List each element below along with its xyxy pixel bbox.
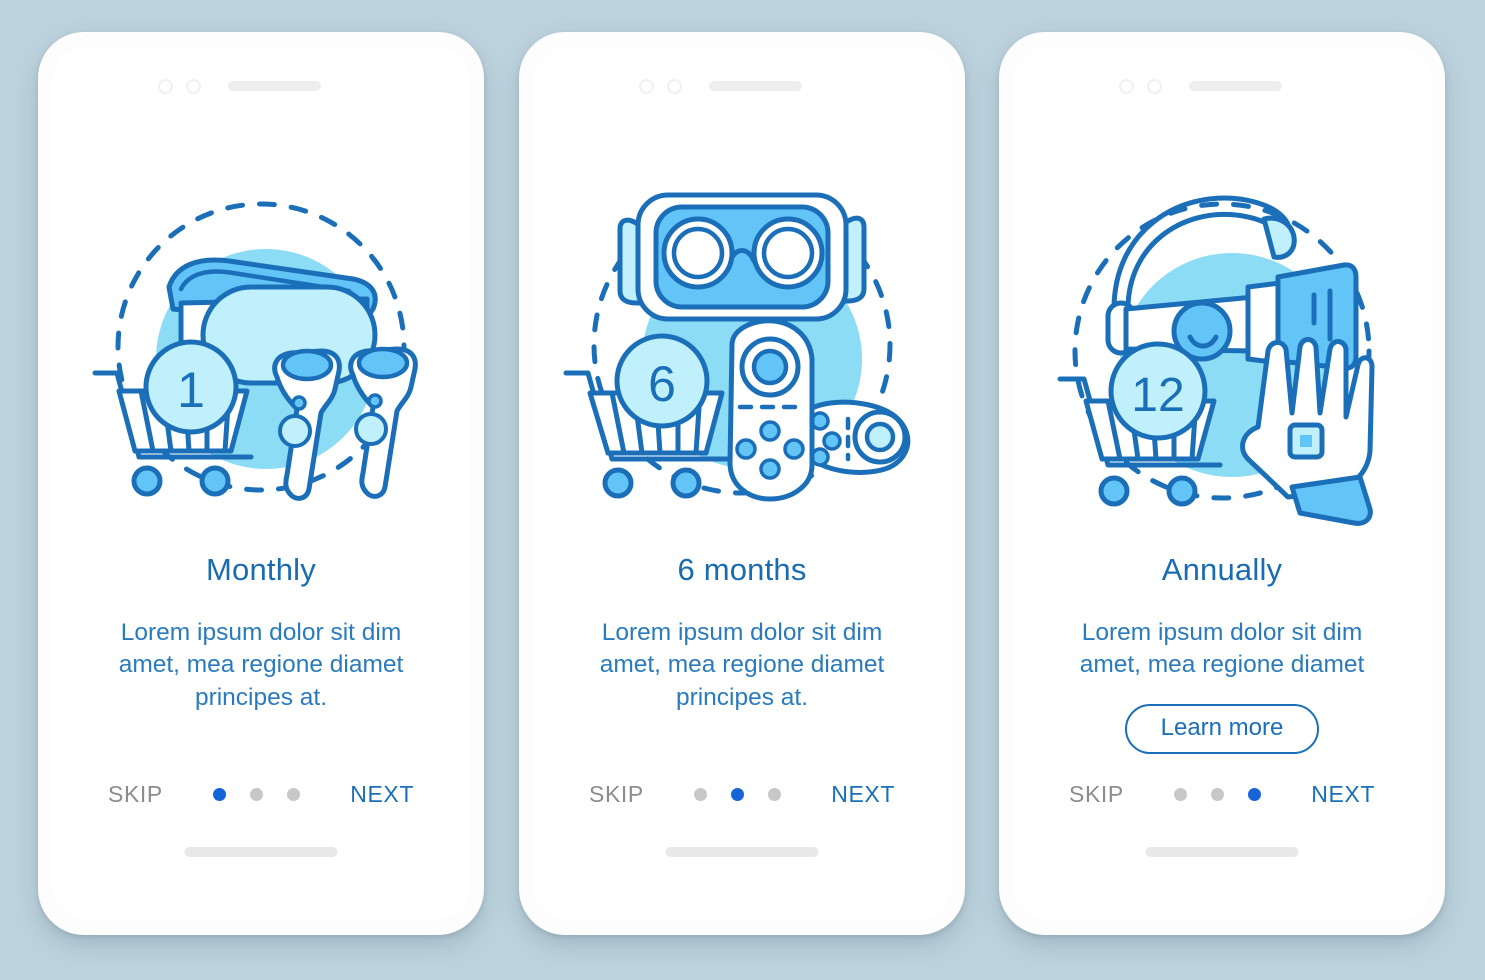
status-notch-row xyxy=(52,76,470,96)
status-notch-row xyxy=(533,76,951,96)
pagination-dot-3[interactable] xyxy=(768,787,782,801)
phone-frame-six-months: 6 6 months Lorem ipsum dolor sit dim ame… xyxy=(519,32,965,935)
vr-goggles-gamepad-cart-icon: 6 xyxy=(563,192,911,502)
screen-description: Lorem ipsum dolor sit dim amet, mea regi… xyxy=(118,619,404,711)
onboarding-footer-nav: SKIP NEXT xyxy=(1013,777,1431,811)
screen-description: Lorem ipsum dolor sit dim amet, mea regi… xyxy=(1079,619,1365,679)
onboarding-screens-stage: 1 Monthly Lorem ipsum dolor sit dim amet… xyxy=(0,0,1485,980)
next-button[interactable]: NEXT xyxy=(1311,781,1375,808)
skip-button[interactable]: SKIP xyxy=(589,781,644,808)
sensor-dot-icon xyxy=(667,78,682,94)
illustration-vr-headband-glove-cart: 12 xyxy=(1013,144,1431,554)
screen-title: Annually xyxy=(1161,552,1283,587)
pagination-dot-2[interactable] xyxy=(731,787,745,801)
next-button[interactable]: NEXT xyxy=(350,781,414,808)
content-block-annually: Annually Lorem ipsum dolor sit dim amet,… xyxy=(1013,552,1431,755)
pagination-dots xyxy=(694,787,782,801)
phone-frame-monthly: 1 Monthly Lorem ipsum dolor sit dim amet… xyxy=(38,32,484,935)
vr-headband-glove-cart-icon: 12 xyxy=(1057,195,1375,526)
pagination-dot-1[interactable] xyxy=(694,787,708,801)
screen-title: 6 months xyxy=(677,552,807,587)
phone-screen-monthly: 1 Monthly Lorem ipsum dolor sit dim amet… xyxy=(52,48,470,919)
badge-number-label: 1 xyxy=(177,362,205,418)
vr-headset-controllers-cart-icon: 1 xyxy=(92,201,418,501)
pagination-dots xyxy=(213,787,301,801)
skip-button[interactable]: SKIP xyxy=(1069,781,1124,808)
pagination-dot-1[interactable] xyxy=(1174,787,1188,801)
illustration-vr-headset-controllers-cart: 1 xyxy=(52,144,470,554)
status-notch-row xyxy=(1013,76,1431,96)
content-block-monthly: Monthly Lorem ipsum dolor sit dim amet, … xyxy=(52,552,470,714)
phone-screen-annually: 12 Annually Lorem ipsum dolor sit dim am… xyxy=(1013,48,1431,919)
content-block-six-months: 6 months Lorem ipsum dolor sit dim amet,… xyxy=(533,552,951,714)
onboarding-footer-nav: SKIP NEXT xyxy=(533,777,951,811)
pagination-dot-3[interactable] xyxy=(1248,787,1262,801)
pagination-dot-2[interactable] xyxy=(1211,787,1225,801)
pagination-dot-3[interactable] xyxy=(287,787,301,801)
home-indicator-bar xyxy=(1145,847,1299,857)
pagination-dots xyxy=(1174,787,1262,801)
screen-description: Lorem ipsum dolor sit dim amet, mea regi… xyxy=(599,619,885,711)
earpiece-speaker-icon xyxy=(709,81,802,91)
badge-number-label: 12 xyxy=(1131,369,1184,422)
onboarding-footer-nav: SKIP NEXT xyxy=(52,777,470,811)
phone-screen-six-months: 6 6 months Lorem ipsum dolor sit dim ame… xyxy=(533,48,951,919)
sensor-dot-icon xyxy=(186,78,201,94)
home-indicator-bar xyxy=(665,847,819,857)
screen-title: Monthly xyxy=(206,552,316,587)
earpiece-speaker-icon xyxy=(228,81,321,91)
earpiece-speaker-icon xyxy=(1189,81,1282,91)
learn-more-wrapper: Learn more xyxy=(1033,703,1411,755)
pagination-dot-1[interactable] xyxy=(213,787,227,801)
skip-button[interactable]: SKIP xyxy=(108,781,163,808)
home-indicator-bar xyxy=(184,847,338,857)
phone-frame-annually: 12 Annually Lorem ipsum dolor sit dim am… xyxy=(999,32,1445,935)
learn-more-button[interactable]: Learn more xyxy=(1124,703,1320,755)
badge-number-label: 6 xyxy=(648,356,676,412)
illustration-vr-goggles-gamepad-cart: 6 xyxy=(533,144,951,554)
next-button[interactable]: NEXT xyxy=(831,781,895,808)
pagination-dot-2[interactable] xyxy=(250,787,264,801)
camera-dot-icon xyxy=(158,78,173,94)
camera-dot-icon xyxy=(639,78,654,94)
sensor-dot-icon xyxy=(1147,78,1162,94)
camera-dot-icon xyxy=(1119,78,1134,94)
